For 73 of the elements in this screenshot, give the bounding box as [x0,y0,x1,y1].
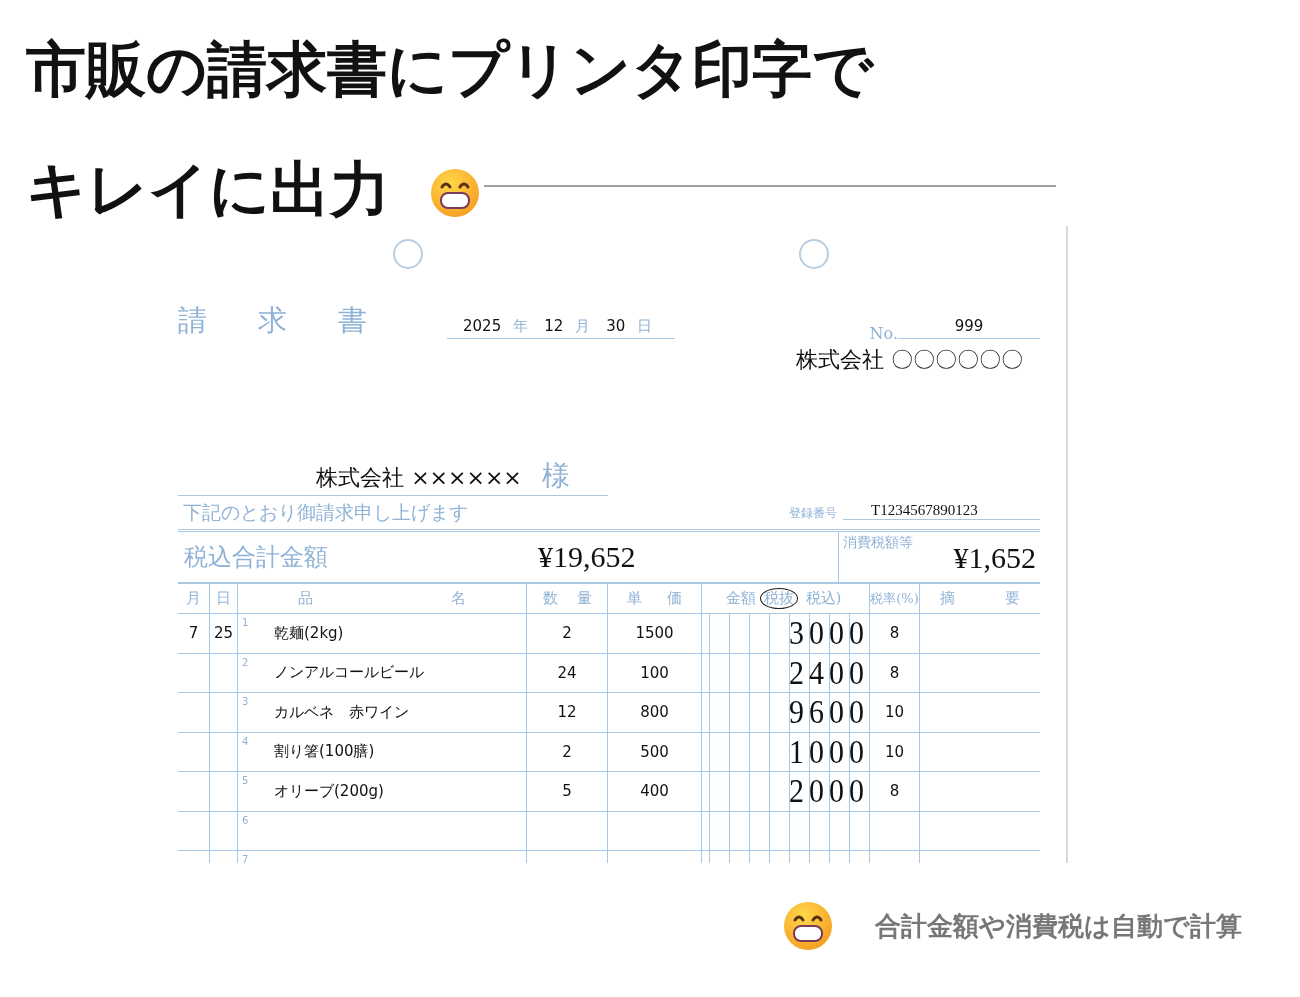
column-header: 税率(%) [870,584,920,613]
grinning-face-icon [783,901,833,951]
line-number: 3 [242,696,250,707]
column-header: 単 [626,589,642,608]
table-cell: 400 [640,782,669,801]
table-cell: 7 [188,624,199,643]
punch-hole-icon [798,238,830,270]
total-amount: ¥19,652 [538,540,636,574]
amount-value: 1000 [789,733,869,771]
table-cell: 12 [557,703,577,722]
line-number: 7 [242,854,250,863]
table-cell: 25 [213,624,234,643]
recipient-name: 株式会社 ×××××× [316,464,522,492]
invoice-title: 請求書 [178,302,419,339]
table-cell: 8 [889,782,900,801]
table-cell: 1500 [635,624,674,643]
table-cell: 割り箸(100膳) [274,742,375,762]
table-cell: 2 [562,742,572,761]
line-number: 1 [242,617,250,628]
column-header: 摘 [940,589,955,608]
line-number: 5 [242,775,250,786]
column-header: 金額 [725,589,756,608]
line-number: 6 [242,814,250,826]
number-label: No. [869,324,898,343]
column-header: 月 [178,584,210,613]
line-number: 2 [242,656,250,668]
punch-hole-icon [392,238,424,270]
table-cell: 800 [640,703,669,722]
date-label: 年 [513,317,529,336]
amount-value: 9600 [789,693,869,731]
table-cell: 500 [640,742,669,761]
table-cell: 2 [562,624,572,643]
date-label: 日 [637,317,653,336]
registration-number: T1234567890123 [843,502,1040,520]
table-cell: 24 [557,663,577,682]
column-header: 日 [210,584,238,613]
invoice-message: 下記のとおり御請求申し上げます [183,500,468,525]
invoice-number: 999 [898,317,1040,339]
table-cell: 10 [884,742,905,761]
table-cell: ノンアルコールビール [274,663,424,683]
registration-label: 登録番号 [789,505,837,522]
column-header: 品 [298,589,313,608]
column-header: 名 [451,589,466,608]
table-cell: 100 [640,663,669,682]
table-cell: 8 [889,624,900,643]
table-cell: オリーブ(200g) [274,781,384,801]
date-year: 2025 [463,317,502,335]
caption: 合計金額や消費税は自動で計算 [875,909,1242,943]
amount-value: 3000 [789,614,869,652]
table-cell: 5 [562,782,572,801]
column-header: 要 [1005,589,1020,608]
honorific: 様 [541,458,570,494]
issuer-name: 株式会社 〇〇〇〇〇〇 [796,346,1023,374]
grinning-face-icon [430,168,480,218]
tax-option: 税込) [801,588,846,609]
column-header: 価 [667,589,683,608]
total-label: 税込合計金額 [184,542,328,573]
heading: キレイに出力 [26,153,390,226]
date-label: 月 [575,317,591,336]
tax-label: 消費税額等 [843,534,913,552]
heading: 市販の請求書にプリンタ印字で [26,33,875,106]
date-day: 30 [606,317,626,335]
column-header: 量 [576,589,592,608]
table-cell: 8 [889,663,900,682]
tax-amount: ¥1,652 [953,541,1036,575]
amount-value: 2000 [789,772,869,810]
table-cell: カルベネ 赤ワイン [274,702,409,722]
column-header: 数 [542,589,558,608]
amount-value: 2400 [789,654,869,692]
date-month: 12 [544,317,564,335]
table-cell: 10 [884,703,905,722]
table-cell: 乾麺(2kg) [274,623,344,643]
line-number: 4 [242,735,250,747]
